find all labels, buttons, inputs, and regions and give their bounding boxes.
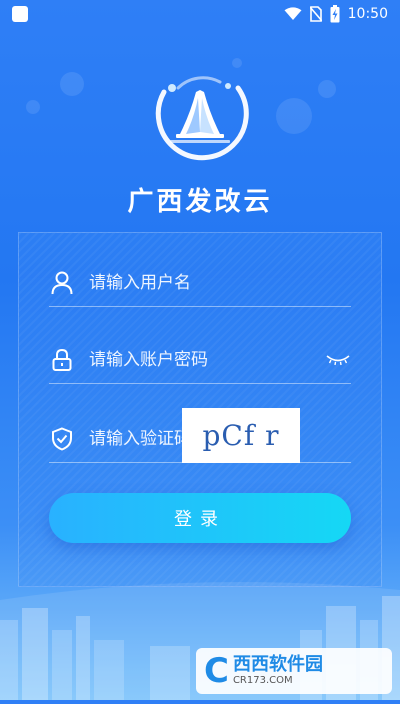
status-bar: 10:50 [0, 0, 400, 28]
decor-bubble [232, 58, 242, 68]
eye-closed-icon[interactable] [325, 350, 351, 370]
captcha-image[interactable]: pCf r [182, 408, 300, 463]
captcha-text: pCf r [202, 419, 280, 452]
password-field [49, 337, 351, 384]
watermark-letter: C [204, 651, 229, 691]
decor-bubble [276, 98, 312, 134]
user-icon [49, 270, 75, 296]
app-title: 广西发改云 [127, 187, 273, 217]
battery-charging-icon [330, 5, 340, 23]
app-icon [12, 6, 28, 22]
username-input[interactable] [89, 273, 351, 293]
shield-check-icon [49, 426, 75, 452]
watermark-logo: C 西西软件园 CR173.COM [196, 648, 392, 694]
password-input[interactable] [89, 350, 325, 370]
watermark-name: 西西软件园 [232, 654, 323, 675]
decor-bubble [60, 72, 84, 96]
watermark-url: CR173.COM [232, 675, 293, 686]
no-sim-icon [309, 6, 322, 22]
lock-icon [49, 347, 75, 373]
login-button[interactable]: 登录 [49, 493, 351, 543]
stadium-logo-icon [150, 68, 250, 168]
status-time: 10:50 [347, 6, 388, 22]
wifi-icon [284, 7, 302, 20]
decor-bubble [318, 80, 336, 98]
decor-bubble [26, 100, 40, 114]
username-field [49, 260, 351, 307]
